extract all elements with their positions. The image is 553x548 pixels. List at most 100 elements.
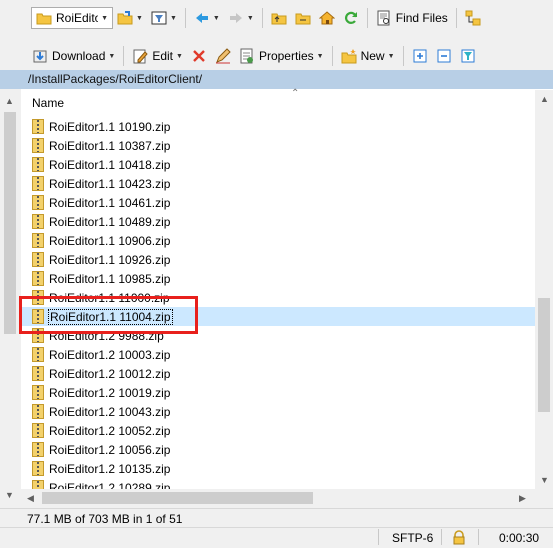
rename-icon <box>215 48 231 64</box>
left-panel-edge: ▲ ▼ <box>0 70 21 508</box>
download-icon <box>32 48 48 64</box>
chevron-down-icon[interactable]: ▼ <box>388 53 395 60</box>
download-label: Download <box>52 49 106 63</box>
delete-icon <box>191 48 207 64</box>
file-row[interactable]: RoiEditor1.1 10387.zip <box>21 136 535 155</box>
filter-button[interactable]: ▼ <box>148 7 180 29</box>
protocol-label: SFTP-6 <box>392 531 434 545</box>
column-header-name[interactable]: Name <box>32 96 64 110</box>
plus-icon <box>412 48 428 64</box>
scrollbar-thumb[interactable] <box>42 492 313 504</box>
highlight-annotation-box <box>19 296 198 334</box>
file-row[interactable]: RoiEditor1.1 10190.zip <box>21 117 535 136</box>
file-row[interactable]: RoiEditor1.1 10926.zip <box>21 250 535 269</box>
deselect-button[interactable] <box>433 45 455 67</box>
chevron-down-icon[interactable]: ▼ <box>247 15 254 22</box>
file-name: RoiEditor1.1 10926.zip <box>49 252 171 267</box>
chevron-down-icon[interactable]: ▼ <box>213 15 220 22</box>
tree-view-button[interactable] <box>462 7 484 29</box>
arrow-right-icon <box>228 10 244 26</box>
file-name: RoiEditor1.1 10906.zip <box>49 233 171 248</box>
forward-button[interactable]: ▼ <box>225 7 257 29</box>
remote-file-panel: /InstallPackages/RoiEditorClient/ Name ⌃… <box>21 70 553 508</box>
toolbar-separator <box>331 46 333 66</box>
chevron-down-icon[interactable]: ▼ <box>170 15 177 22</box>
chevron-down-icon[interactable]: ▼ <box>136 15 143 22</box>
tree-icon <box>465 10 481 26</box>
toolbar-separator <box>261 8 263 28</box>
column-header: Name ⌃ <box>21 88 535 115</box>
parent-directory-button[interactable] <box>268 7 290 29</box>
rename-button[interactable] <box>212 45 234 67</box>
edit-icon <box>132 48 148 64</box>
chevron-down-icon[interactable]: ▼ <box>176 53 183 60</box>
scrollbar-thumb[interactable] <box>538 298 550 412</box>
edit-button[interactable]: Edit ▼ <box>129 45 186 67</box>
file-row[interactable]: RoiEditor1.1 10985.zip <box>21 269 535 288</box>
status-divider <box>441 529 442 545</box>
file-row[interactable]: RoiEditor1.2 10043.zip <box>21 402 535 421</box>
chevron-down-icon[interactable]: ▼ <box>108 53 115 60</box>
root-folder-icon <box>295 10 311 26</box>
root-directory-button[interactable] <box>292 7 314 29</box>
scroll-up-icon[interactable]: ▲ <box>540 94 549 104</box>
properties-button[interactable]: Properties ▼ <box>236 45 327 67</box>
file-row[interactable]: RoiEditor1.1 10906.zip <box>21 231 535 250</box>
file-row[interactable]: RoiEditor1.2 10019.zip <box>21 383 535 402</box>
file-row[interactable]: RoiEditor1.2 10056.zip <box>21 440 535 459</box>
zip-file-icon <box>32 442 44 457</box>
file-row[interactable]: RoiEditor1.2 10052.zip <box>21 421 535 440</box>
properties-icon <box>239 48 255 64</box>
back-button[interactable]: ▼ <box>191 7 223 29</box>
find-files-button[interactable]: Find Files <box>373 7 451 29</box>
lock-icon[interactable] <box>452 530 466 548</box>
file-name: RoiEditor1.2 10043.zip <box>49 404 171 419</box>
scrollbar-thumb[interactable] <box>4 112 16 334</box>
refresh-icon <box>343 10 359 26</box>
delete-button[interactable] <box>188 45 210 67</box>
file-row[interactable]: RoiEditor1.1 10418.zip <box>21 155 535 174</box>
file-row[interactable]: RoiEditor1.1 10489.zip <box>21 212 535 231</box>
select-all-button[interactable] <box>409 45 431 67</box>
open-folder-icon <box>117 10 133 26</box>
zip-file-icon <box>32 176 44 191</box>
left-vertical-scrollbar[interactable]: ▲ ▼ <box>3 92 17 504</box>
file-row[interactable]: RoiEditor1.2 10012.zip <box>21 364 535 383</box>
path-bar[interactable]: /InstallPackages/RoiEditorClient/ <box>21 70 553 89</box>
open-folder-button[interactable]: ▼ <box>114 7 146 29</box>
file-name: RoiEditor1.1 10461.zip <box>49 195 171 210</box>
elapsed-time: 0:00:30 <box>499 531 540 545</box>
toolbar-actions: Download ▼ Edit ▼ Properties ▼ New ▼ <box>0 44 553 68</box>
chevron-down-icon[interactable]: ▼ <box>101 15 108 22</box>
zip-file-icon <box>32 480 44 489</box>
scroll-up-icon[interactable]: ▲ <box>5 96 14 106</box>
home-icon <box>318 10 336 26</box>
file-name: RoiEditor1.2 10003.zip <box>49 347 171 362</box>
scroll-right-icon[interactable]: ▶ <box>519 493 526 504</box>
file-name: RoiEditor1.2 10052.zip <box>49 423 171 438</box>
refresh-button[interactable] <box>340 7 362 29</box>
file-row[interactable]: RoiEditor1.2 10135.zip <box>21 459 535 478</box>
file-row[interactable]: RoiEditor1.2 10003.zip <box>21 345 535 364</box>
scroll-down-icon[interactable]: ▼ <box>540 475 549 485</box>
zip-file-icon <box>32 271 44 286</box>
status-divider <box>378 529 379 545</box>
filter-select-button[interactable] <box>457 45 479 67</box>
vertical-scrollbar[interactable]: ▲ ▼ <box>535 90 553 489</box>
file-row[interactable]: RoiEditor1.1 10423.zip <box>21 174 535 193</box>
scroll-down-icon[interactable]: ▼ <box>5 490 14 500</box>
new-button[interactable]: New ▼ <box>338 45 398 67</box>
file-name: RoiEditor1.1 10489.zip <box>49 214 171 229</box>
file-name: RoiEditor1.2 10289.zip <box>49 480 171 490</box>
home-directory-button[interactable] <box>316 7 338 29</box>
location-combo[interactable]: RoiEditorC ▼ <box>31 7 113 29</box>
arrow-left-icon <box>194 10 210 26</box>
file-row[interactable]: RoiEditor1.1 10461.zip <box>21 193 535 212</box>
download-button[interactable]: Download ▼ <box>29 45 118 67</box>
file-row[interactable]: RoiEditor1.2 10289.zip <box>21 478 535 489</box>
file-name: RoiEditor1.1 10190.zip <box>49 119 171 134</box>
horizontal-scrollbar[interactable]: ◀ ▶ <box>21 489 535 508</box>
scroll-left-icon[interactable]: ◀ <box>27 493 34 504</box>
chevron-down-icon[interactable]: ▼ <box>317 53 324 60</box>
left-path-bar <box>0 70 21 89</box>
